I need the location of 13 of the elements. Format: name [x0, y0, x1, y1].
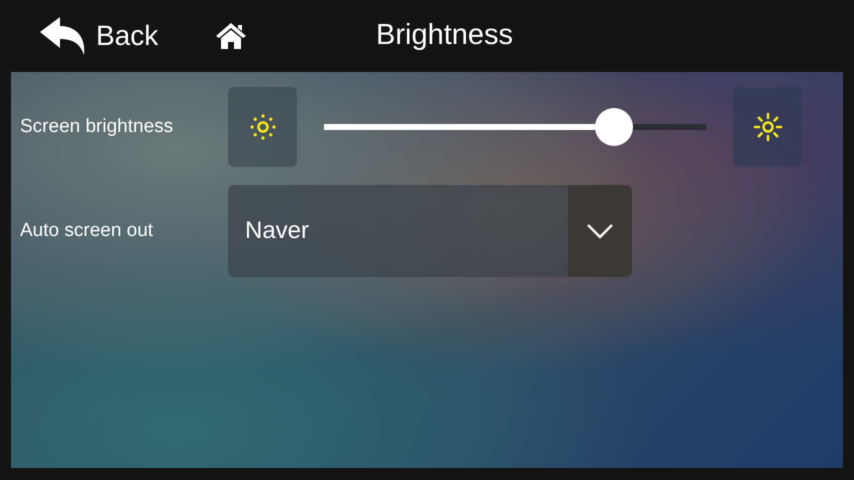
decrease-brightness-button[interactable] [228, 87, 297, 167]
setting-label: Auto screen out [20, 218, 154, 243]
back-button[interactable]: Back [40, 15, 158, 57]
page-title: Brightness [376, 18, 514, 54]
slider-thumb[interactable] [595, 108, 634, 146]
increase-brightness-button[interactable] [733, 87, 802, 167]
sun-icon [752, 112, 782, 142]
dim-sun-icon [248, 112, 278, 142]
setting-label: Screen brightness [20, 114, 174, 139]
timeout-dropdown[interactable]: Naver [228, 185, 632, 277]
home-button[interactable] [215, 22, 248, 50]
chevron-down-icon [586, 223, 614, 239]
home-icon [215, 22, 248, 50]
